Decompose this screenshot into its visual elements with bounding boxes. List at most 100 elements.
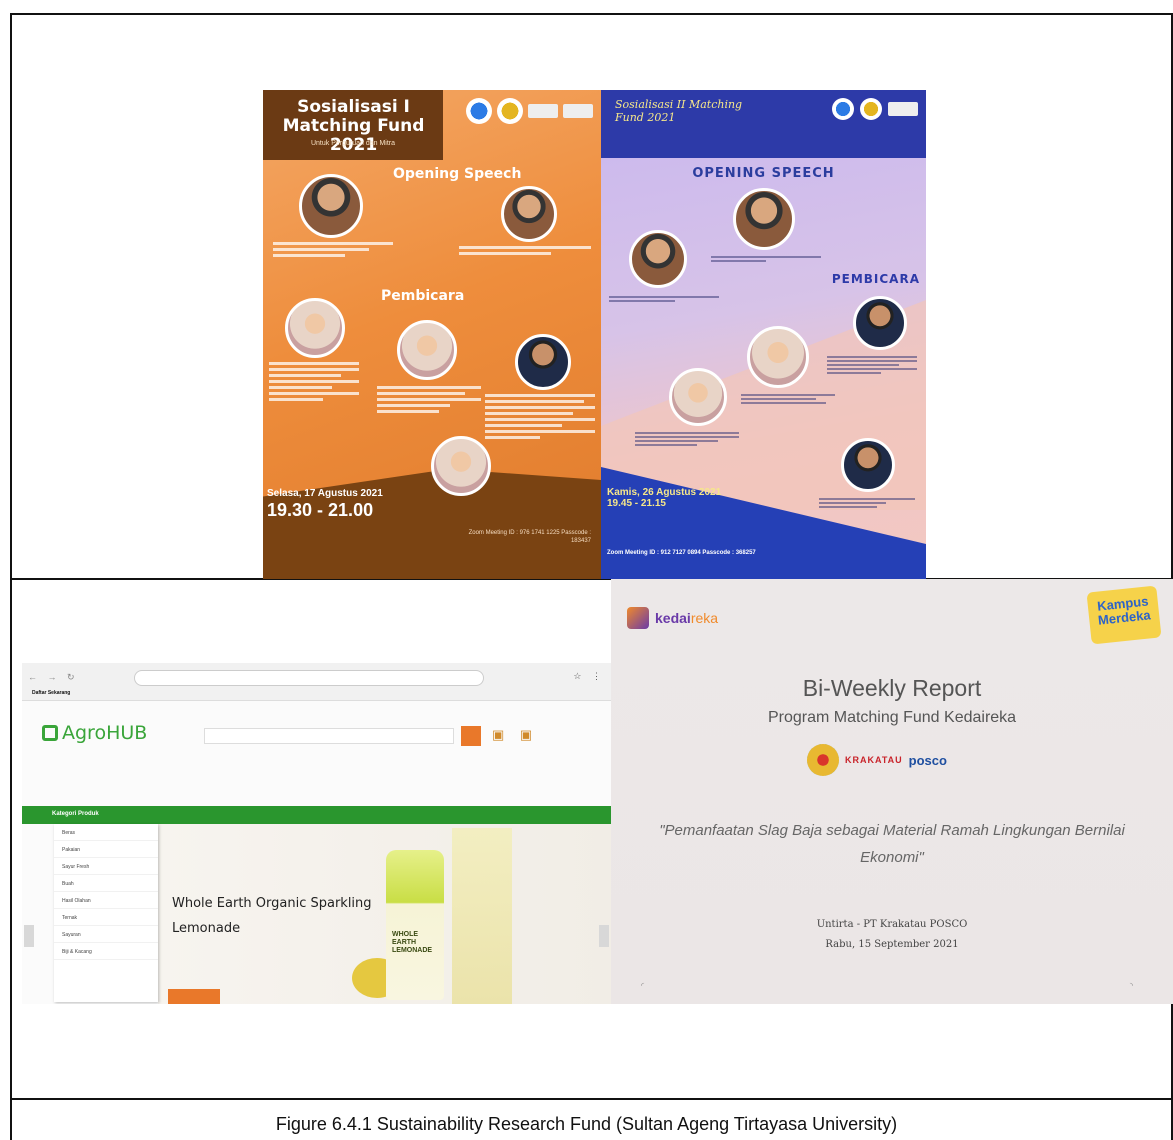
category-item: Buah	[54, 875, 158, 892]
browser-toolbar-icon: ☆ ⋮	[573, 671, 605, 681]
report-date: Rabu, 15 September 2021	[825, 939, 959, 950]
poster-subtitle: Untuk Perguruan dan Mitra	[310, 140, 396, 147]
poster-logos	[466, 98, 593, 124]
carousel-next-icon	[599, 925, 609, 947]
slide-title: Bi-Weekly Report	[802, 675, 982, 701]
slide-corner-icon: ◜	[641, 981, 645, 990]
poster-sosialisasi-1: Sosialisasi I Matching Fund 2021 Untuk P…	[263, 90, 601, 579]
speaker-avatar	[299, 174, 363, 238]
category-dropdown: Beras Pakaian Sayur Fresh Buah Hasil Ola…	[54, 824, 158, 1002]
category-menu-label: Kategori Produk	[52, 811, 99, 817]
ministry-logo-icon	[466, 98, 492, 124]
speaker-caption	[711, 256, 821, 264]
opening-speech-heading: OPENING SPEECH	[692, 166, 835, 181]
speaker-caption	[609, 296, 719, 304]
hero-title: Whole Earth Organic Sparkling Lemonade	[172, 891, 372, 941]
category-nav-bar: Kategori Produk	[22, 806, 611, 824]
cart-icon: ▣ ▣	[492, 727, 539, 742]
category-item: Beras	[54, 824, 158, 841]
kampus-merdeka-badge: Kampus Merdeka	[1086, 585, 1162, 645]
category-item: Pakaian	[54, 841, 158, 858]
poster-logos	[832, 98, 918, 120]
agrohub-mark-icon	[42, 725, 58, 741]
speaker-avatar	[501, 186, 557, 242]
category-item: Biji & Kacang	[54, 943, 158, 960]
speaker-avatar	[841, 438, 895, 492]
agrohub-website-screenshot: ← → ↻ ☆ ⋮ Daftar Sekarang AgroHUB ▣ ▣ Ka…	[22, 663, 611, 1004]
speaker-caption	[269, 362, 359, 404]
carousel-prev-icon	[24, 925, 34, 947]
opening-speech-heading: Opening Speech	[393, 166, 522, 182]
university-seal-icon	[860, 98, 882, 120]
category-item: Sayuran	[54, 926, 158, 943]
zoom-info: Zoom Meeting ID : 912 7127 0894 Passcode…	[607, 550, 756, 556]
partner-name-b: posco	[908, 752, 947, 768]
speaker-avatar	[629, 230, 687, 288]
search-input	[204, 728, 454, 744]
figure-caption: Figure 6.4.1 Sustainability Research Fun…	[275, 1114, 898, 1134]
speaker-caption	[635, 432, 739, 448]
slide-corner-icon: ◝	[1129, 981, 1133, 990]
partner-logo: KRAKATAU posco	[807, 744, 947, 776]
hero-title-line: Lemonade	[172, 921, 241, 936]
poster-footer-band	[263, 469, 601, 579]
lemonade-glass	[452, 828, 512, 1004]
hero-title-line: Whole Earth Organic Sparkling	[172, 896, 372, 911]
speaker-avatar	[733, 188, 795, 250]
product-can-image	[386, 850, 444, 1000]
agrohub-logo: AgroHUB	[42, 722, 147, 744]
kedaireka-brand-a: kedai	[655, 610, 691, 626]
bookmark-label: Daftar Sekarang	[32, 690, 71, 696]
ministry-logo-icon	[832, 98, 854, 120]
speaker-caption	[827, 356, 917, 376]
project-title-quote: "Pemanfaatan Slag Baja sebagai Material …	[659, 822, 1125, 866]
category-item: Sayur Fresh	[54, 858, 158, 875]
speaker-avatar	[747, 326, 809, 388]
category-item: Hasil Olahan	[54, 892, 158, 909]
speaker-caption	[819, 498, 915, 510]
partner-logo-icon	[528, 104, 558, 118]
caption-divider	[10, 1098, 1173, 1100]
speaker-caption	[459, 246, 591, 258]
kedaireka-brand-b: reka	[690, 610, 719, 626]
poster-title: Sosialisasi II Matching Fund 2021	[615, 98, 743, 124]
agrohub-brand: AgroHUB	[62, 722, 148, 744]
project-team: Untirta - PT Krakatau POSCO	[816, 919, 968, 930]
event-time: 19.45 - 21.15	[607, 498, 666, 509]
partner-name-a: KRAKATAU	[845, 755, 903, 765]
kedaireka-mark-icon	[627, 607, 649, 629]
speaker-avatar	[285, 298, 345, 358]
kampus-merdeka-logo-icon	[888, 102, 918, 116]
zoom-info: Zoom Meeting ID : 976 1741 1225 Passcode…	[468, 530, 591, 544]
bookmark-bar: Daftar Sekarang	[32, 690, 70, 696]
browser-url-bar	[134, 670, 484, 686]
event-time: 19.30 - 21.00	[267, 500, 374, 520]
university-seal-icon	[497, 98, 523, 124]
event-date: Selasa, 17 Agustus 2021	[267, 488, 383, 499]
pembicara-heading: Pembicara	[381, 288, 465, 304]
speaker-caption	[485, 394, 595, 442]
browser-nav-icon: ← → ↻	[28, 672, 79, 682]
kedaireka-brand: kedaireka	[655, 610, 718, 626]
category-item: Ternak	[54, 909, 158, 926]
speaker-avatar	[515, 334, 571, 390]
speaker-avatar	[431, 436, 491, 496]
speaker-avatar	[853, 296, 907, 350]
kedaireka-logo: kedaireka	[627, 607, 718, 629]
university-seal-icon	[807, 744, 839, 776]
can-label: WHOLE EARTH LEMONADE	[392, 931, 433, 954]
speaker-caption	[741, 394, 835, 406]
slide-subtitle: Program Matching Fund Kedaireka	[767, 709, 1017, 726]
kampus-merdeka-logo-icon	[563, 104, 593, 118]
speaker-avatar	[669, 368, 727, 426]
pembicara-heading: PEMBICARA	[831, 272, 920, 286]
kedaireka-report-slide: kedaireka Kampus Merdeka Bi-Weekly Repor…	[611, 579, 1173, 1004]
speaker-caption	[377, 386, 481, 416]
event-date: Kamis, 26 Agustus 2021 19.45 - 21.15	[607, 487, 721, 509]
shop-now-button	[168, 989, 220, 1004]
browser-chrome: ← → ↻ ☆ ⋮ Daftar Sekarang	[22, 663, 611, 701]
speaker-avatar	[397, 320, 457, 380]
event-date-text: Kamis, 26 Agustus 2021	[607, 487, 722, 498]
search-button	[461, 726, 481, 746]
poster-sosialisasi-2: Sosialisasi II Matching Fund 2021 OPENIN…	[601, 90, 926, 579]
